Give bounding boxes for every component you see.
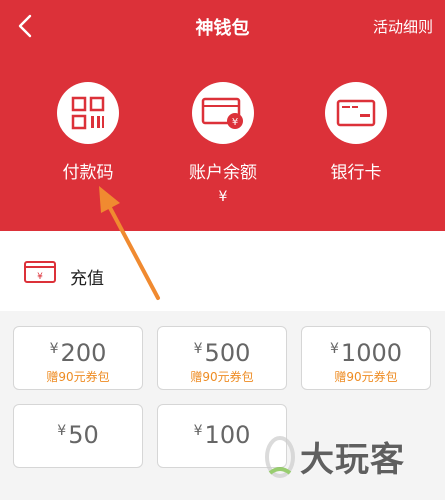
activity-rules-link[interactable]: 活动细则: [373, 16, 433, 37]
recharge-card-icon: ¥: [24, 261, 56, 283]
amount-option-500[interactable]: ¥500 赠90元券包: [157, 326, 287, 390]
recharge-section: ¥ 充值: [0, 231, 445, 311]
wallet-yen-icon: ¥: [201, 97, 243, 129]
currency-symbol: ¥: [193, 423, 203, 439]
watermark-text: 大玩客: [300, 440, 405, 480]
recharge-label: 充值: [70, 269, 104, 289]
currency-symbol: ¥: [330, 341, 339, 357]
bank-card-entry[interactable]: 银行卡: [296, 82, 416, 183]
currency-symbol: ¥: [49, 341, 59, 357]
amount-value: ¥200: [14, 339, 142, 367]
account-balance-entry[interactable]: ¥ 账户余额 ¥: [163, 82, 283, 205]
watermark-logo-icon: [265, 435, 295, 478]
amount-value: ¥500: [158, 339, 286, 367]
amount-number: 1000: [340, 339, 402, 367]
account-balance-label: 账户余额: [189, 163, 257, 183]
account-balance-value: ¥: [218, 189, 228, 205]
svg-text:¥: ¥: [37, 272, 43, 282]
amount-option-200[interactable]: ¥200 赠90元券包: [13, 326, 143, 390]
payment-code-entry[interactable]: 付款码: [28, 82, 148, 183]
qr-code-icon: [71, 96, 105, 130]
bank-card-icon-circle: [325, 82, 387, 144]
bank-card-label: 银行卡: [330, 163, 382, 183]
payment-code-icon-circle: [57, 82, 119, 144]
bonus-label: 赠90元券包: [190, 370, 254, 384]
bonus-label: 赠90元券包: [334, 370, 398, 384]
amount-value: ¥50: [14, 421, 142, 449]
account-balance-icon-circle: ¥: [192, 82, 254, 144]
amount-value: ¥1000: [302, 339, 430, 367]
wallet-header: 神钱包 活动细则 付款码 ¥ 账户余额 ¥ 银行卡: [0, 0, 445, 231]
amount-number: 100: [204, 421, 251, 449]
amount-number: 500: [204, 339, 251, 367]
payment-code-label: 付款码: [62, 163, 114, 183]
bonus-label: 赠90元券包: [46, 370, 110, 384]
currency-symbol: ¥: [57, 423, 67, 439]
bank-card-icon: [336, 99, 376, 127]
amount-option-1000[interactable]: ¥1000 赠90元券包: [301, 326, 431, 390]
watermark: 大玩客: [262, 432, 405, 481]
currency-symbol: ¥: [193, 341, 203, 357]
amount-option-50[interactable]: ¥50: [13, 404, 143, 468]
svg-text:¥: ¥: [232, 117, 238, 128]
amount-number: 200: [60, 339, 107, 367]
amount-number: 50: [68, 421, 99, 449]
